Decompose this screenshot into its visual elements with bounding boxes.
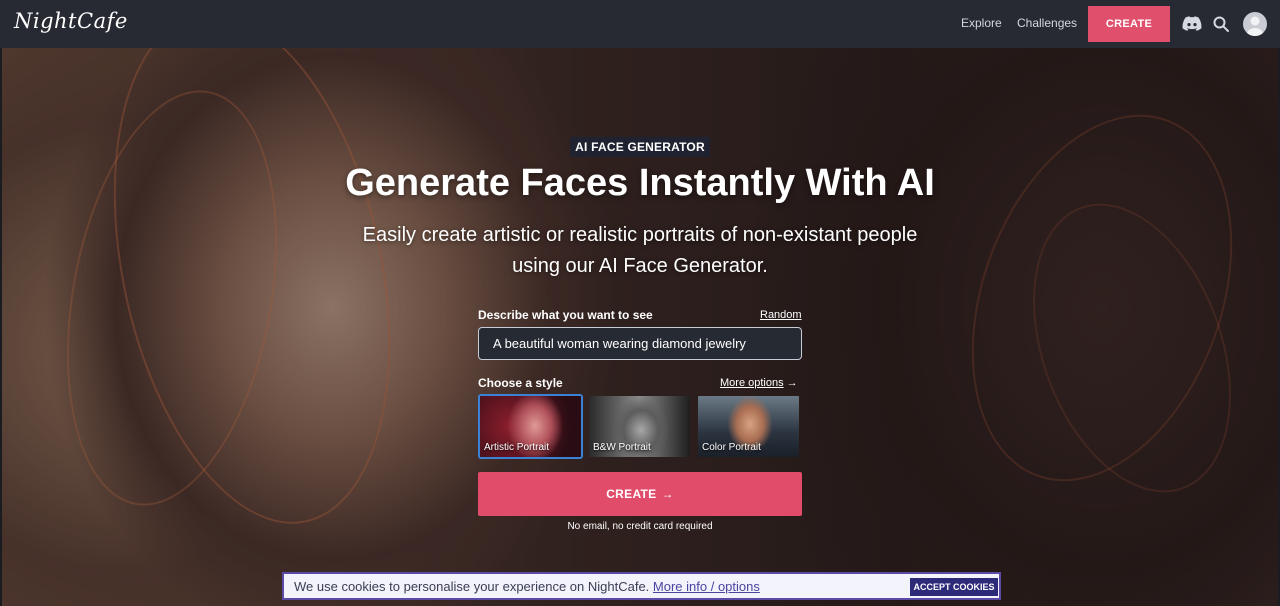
create-label: CREATE <box>606 487 657 501</box>
arrow-right-icon: → <box>661 487 674 501</box>
prompt-value: A beautiful woman wearing diamond jewelr… <box>493 336 746 351</box>
top-nav: NightCafe Explore Challenges CREATE <box>0 0 1280 48</box>
feature-badge: AI FACE GENERATOR <box>570 137 710 157</box>
cookie-banner: We use cookies to personalise your exper… <box>282 572 1001 600</box>
cookie-text: We use cookies to personalise your exper… <box>294 579 760 594</box>
style-card-bw-portrait[interactable]: B&W Portrait <box>587 394 692 459</box>
page-subtitle: Easily create artistic or realistic port… <box>362 224 918 277</box>
style-caption: B&W Portrait <box>593 442 651 453</box>
random-prompt-link[interactable]: Random <box>760 309 802 321</box>
no-email-note: No email, no credit card required <box>567 521 713 532</box>
nav-challenges-link[interactable]: Challenges <box>1017 16 1077 30</box>
style-card-artistic-portrait[interactable]: Artistic Portrait <box>478 394 583 459</box>
nightcafe-logo[interactable]: NightCafe <box>14 9 128 33</box>
page-title: Generate Faces Instantly With AI <box>345 162 935 204</box>
describe-label: Describe what you want to see <box>478 308 653 322</box>
search-icon[interactable] <box>1209 12 1233 36</box>
more-options-label: More options <box>720 377 784 389</box>
cookie-more-info-link[interactable]: More info / options <box>653 579 760 594</box>
style-caption: Color Portrait <box>702 442 761 453</box>
style-label: Choose a style <box>478 376 563 390</box>
cookie-message: We use cookies to personalise your exper… <box>294 579 650 594</box>
avatar[interactable] <box>1243 12 1267 36</box>
style-card-color-portrait[interactable]: Color Portrait <box>696 394 801 459</box>
prompt-input[interactable]: A beautiful woman wearing diamond jewelr… <box>478 327 802 360</box>
nav-explore-link[interactable]: Explore <box>961 16 1002 30</box>
arrow-right-icon: → <box>786 377 798 389</box>
accept-cookies-button[interactable]: ACCEPT COOKIES <box>910 578 998 596</box>
style-caption: Artistic Portrait <box>484 442 550 453</box>
discord-icon[interactable] <box>1180 12 1204 36</box>
nav-create-button[interactable]: CREATE <box>1088 6 1170 42</box>
create-button[interactable]: CREATE → <box>478 472 802 516</box>
more-options-link[interactable]: More options → <box>720 377 798 389</box>
